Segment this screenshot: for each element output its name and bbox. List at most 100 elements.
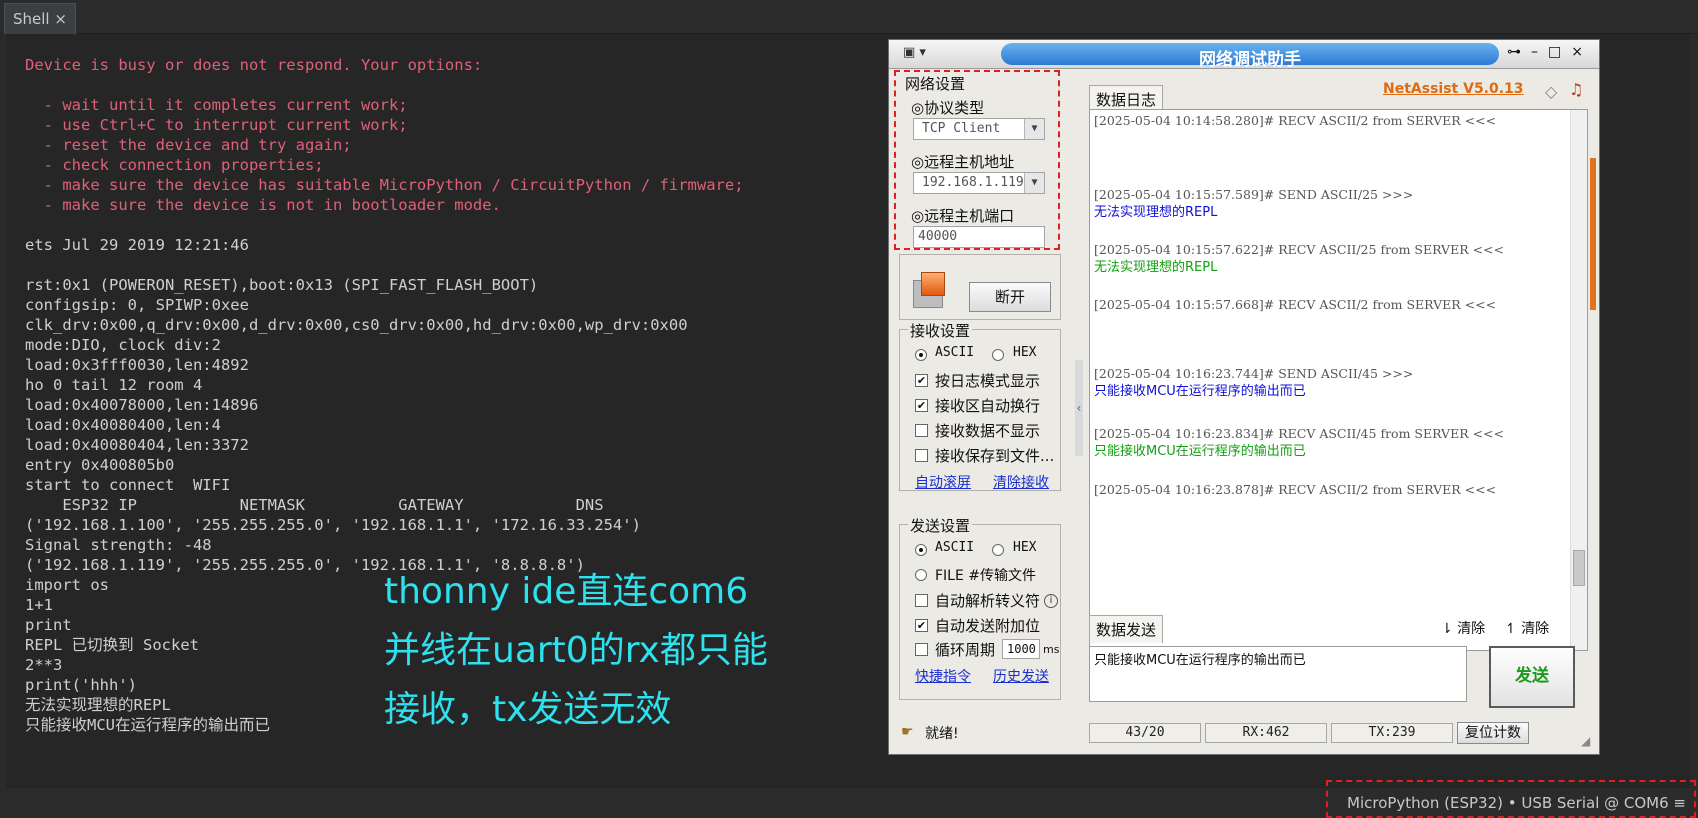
log-entry: [2025-05-04 10:16:23.744]# SEND ASCII/45… bbox=[1094, 365, 1413, 401]
history-send-link[interactable]: 历史发送 bbox=[993, 666, 1049, 686]
host-label: ◎远程主机地址 bbox=[911, 153, 1015, 171]
chevron-down-icon: ▼ bbox=[1024, 173, 1044, 193]
annotation-line-1: thonny ide直连com6 bbox=[384, 571, 749, 612]
recv-ascii-label: ASCII bbox=[935, 345, 975, 360]
quick-command-link[interactable]: 快捷指令 bbox=[915, 666, 971, 686]
cycle-unit: ms bbox=[1043, 643, 1060, 656]
save-file-checkbox[interactable] bbox=[915, 449, 928, 462]
orange-accent-bar bbox=[1590, 158, 1596, 310]
escape-checkbox[interactable] bbox=[915, 594, 928, 607]
log-entry-header: [2025-05-04 10:15:57.589]# SEND ASCII/25… bbox=[1094, 187, 1414, 202]
log-entry-message: 无法实现理想的REPL bbox=[1094, 260, 1218, 275]
shell-output-line: configsip: 0, SPIWP:0xee bbox=[25, 296, 249, 314]
shell-output-line: mode:DIO, clock div:2 bbox=[25, 336, 221, 354]
log-entry-header: [2025-05-04 10:16:23.834]# RECV ASCII/45… bbox=[1094, 426, 1505, 441]
recv-settings-label: 接收设置 bbox=[908, 320, 973, 341]
tab-shell-label: Shell bbox=[13, 10, 50, 28]
log-entry-header: [2025-05-04 10:15:57.668]# RECV ASCII/2 … bbox=[1094, 297, 1497, 312]
log-entry-header: [2025-05-04 10:15:57.622]# RECV ASCII/25… bbox=[1094, 242, 1505, 257]
data-log-area[interactable]: [2025-05-04 10:14:58.280]# RECV ASCII/2 … bbox=[1089, 109, 1588, 651]
shell-error-line: - use Ctrl+C to interrupt current work; bbox=[25, 116, 408, 134]
annotation-line-3: 接收，tx发送无效 bbox=[384, 689, 672, 730]
clear-send-left[interactable]: ⇂ 清除 bbox=[1441, 618, 1485, 638]
log-scroll-thumb[interactable] bbox=[1573, 550, 1585, 586]
log-entry-message: 只能接收MCU在运行程序的输出而已 bbox=[1094, 384, 1306, 399]
reset-count-button[interactable]: 复位计数 bbox=[1457, 722, 1529, 744]
send-ascii-radio[interactable] bbox=[915, 544, 927, 556]
shell-error-line: - wait until it completes current work; bbox=[25, 96, 408, 114]
host-value: 192.168.1.119 bbox=[922, 175, 1024, 190]
port-label: ◎远程主机端口 bbox=[911, 207, 1015, 225]
auto-wrap-label: 接收区自动换行 bbox=[935, 397, 1041, 415]
clear-send-right[interactable]: ↿ 清除 bbox=[1505, 618, 1549, 638]
version-link[interactable]: NetAssist V5.0.13 bbox=[1383, 81, 1524, 97]
send-file-radio[interactable] bbox=[915, 569, 927, 581]
no-display-label: 接收数据不显示 bbox=[935, 422, 1041, 440]
collapse-arrow-icon[interactable]: ‹ bbox=[1075, 360, 1083, 456]
log-entry-header: [2025-05-04 10:16:23.744]# SEND ASCII/45… bbox=[1094, 366, 1414, 381]
send-textarea[interactable]: 只能接收MCU在运行程序的输出而已 bbox=[1089, 646, 1467, 702]
shell-error-line: - reset the device and try again; bbox=[25, 136, 352, 154]
recv-ascii-radio[interactable] bbox=[915, 349, 927, 361]
chevron-down-icon: ▼ bbox=[1024, 119, 1044, 139]
diamond-icon[interactable]: ◇ bbox=[1545, 82, 1557, 101]
window-title: 网络调试助手 bbox=[1199, 50, 1301, 70]
disconnect-button[interactable]: 断开 bbox=[969, 282, 1051, 312]
ready-icon: ☛ bbox=[901, 724, 914, 740]
tab-shell[interactable]: Shell × bbox=[4, 3, 76, 34]
log-entry: [2025-05-04 10:15:57.668]# RECV ASCII/2 … bbox=[1094, 296, 1496, 314]
send-button[interactable]: 发送 bbox=[1489, 646, 1575, 708]
log-entry: [2025-05-04 10:16:23.878]# RECV ASCII/2 … bbox=[1094, 481, 1496, 499]
title-pill: 网络调试助手 bbox=[1001, 43, 1499, 70]
log-entry: [2025-05-04 10:16:23.834]# RECV ASCII/45… bbox=[1094, 425, 1504, 461]
shell-output-line: Signal strength: -48 bbox=[25, 536, 212, 554]
auto-wrap-checkbox[interactable]: ✔ bbox=[915, 399, 928, 412]
close-icon[interactable]: × bbox=[54, 10, 67, 28]
append-label: 自动发送附加位 bbox=[935, 617, 1041, 635]
protocol-select[interactable]: TCP Client ▼ bbox=[913, 118, 1045, 140]
log-mode-checkbox[interactable]: ✔ bbox=[915, 374, 928, 387]
counter-cell: 43/20 bbox=[1089, 723, 1201, 743]
send-hex-radio[interactable] bbox=[992, 544, 1004, 556]
shell-error-line: Device is busy or does not respond. Your… bbox=[25, 56, 483, 74]
bell-icon[interactable]: ♫ bbox=[1569, 80, 1583, 99]
append-checkbox[interactable]: ✔ bbox=[915, 619, 928, 632]
shell-error-line: - make sure the device has suitable Micr… bbox=[25, 176, 744, 194]
net-settings-label: 网络设置 bbox=[905, 75, 966, 93]
send-hex-label: HEX bbox=[1013, 540, 1037, 555]
no-display-checkbox[interactable] bbox=[915, 424, 928, 437]
shell-error-line bbox=[25, 75, 895, 95]
tab-data-send[interactable]: 数据发送 bbox=[1089, 615, 1164, 643]
escape-label: 自动解析转义符 bbox=[935, 592, 1041, 610]
shell-output-line: load:0x40078000,len:14896 bbox=[25, 396, 259, 414]
clear-right-label: 清除 bbox=[1521, 621, 1550, 637]
shell-output-line: ESP32 IP NETMASK GATEWAY DNS bbox=[25, 496, 604, 514]
annotation-line-2: 并线在uart0的rx都只能 bbox=[384, 630, 768, 671]
window-buttons[interactable]: ⊶–□× bbox=[1507, 44, 1593, 60]
log-mode-label: 按日志模式显示 bbox=[935, 372, 1041, 390]
auto-scroll-link[interactable]: 自动滚屏 bbox=[915, 472, 971, 492]
cycle-checkbox[interactable] bbox=[915, 643, 928, 656]
netassist-window: ▣ ▾ 网络调试助手 ⊶–□× 网络设置 ◎协议类型 TCP Client ▼ … bbox=[888, 39, 1600, 755]
status-bar-highlight: MicroPython (ESP32) • USB Serial @ COM6 … bbox=[1326, 780, 1696, 818]
log-entry-header: [2025-05-04 10:16:23.878]# RECV ASCII/2 … bbox=[1094, 482, 1497, 497]
cycle-input[interactable]: 1000 bbox=[1002, 639, 1040, 659]
shell-output-line: ho 0 tail 12 room 4 bbox=[25, 376, 203, 394]
host-select[interactable]: 192.168.1.119 ▼ bbox=[913, 172, 1045, 194]
connection-icon-front bbox=[921, 272, 945, 296]
clear-recv-link[interactable]: 清除接收 bbox=[993, 472, 1049, 492]
interpreter-status[interactable]: MicroPython (ESP32) • USB Serial @ COM6 … bbox=[1347, 794, 1686, 812]
info-icon[interactable]: i bbox=[1044, 594, 1058, 608]
resize-grip-icon[interactable]: ◢ bbox=[1581, 734, 1590, 748]
send-ascii-label: ASCII bbox=[935, 540, 975, 555]
title-bar[interactable]: ▣ ▾ 网络调试助手 ⊶–□× bbox=[889, 40, 1599, 70]
log-scrollbar[interactable] bbox=[1570, 110, 1587, 650]
log-entry-message: 只能接收MCU在运行程序的输出而已 bbox=[1094, 444, 1306, 459]
port-input[interactable]: 40000 bbox=[913, 226, 1045, 248]
system-menu-icon[interactable]: ▣ ▾ bbox=[903, 45, 937, 63]
recv-hex-radio[interactable] bbox=[992, 349, 1004, 361]
log-entry: [2025-05-04 10:14:58.280]# RECV ASCII/2 … bbox=[1094, 112, 1496, 130]
rx-cell: RX:462 bbox=[1205, 723, 1327, 743]
shell-output-line: ets Jul 29 2019 12:21:46 bbox=[25, 236, 249, 254]
shell-output-line: load:0x40080404,len:3372 bbox=[25, 436, 249, 454]
